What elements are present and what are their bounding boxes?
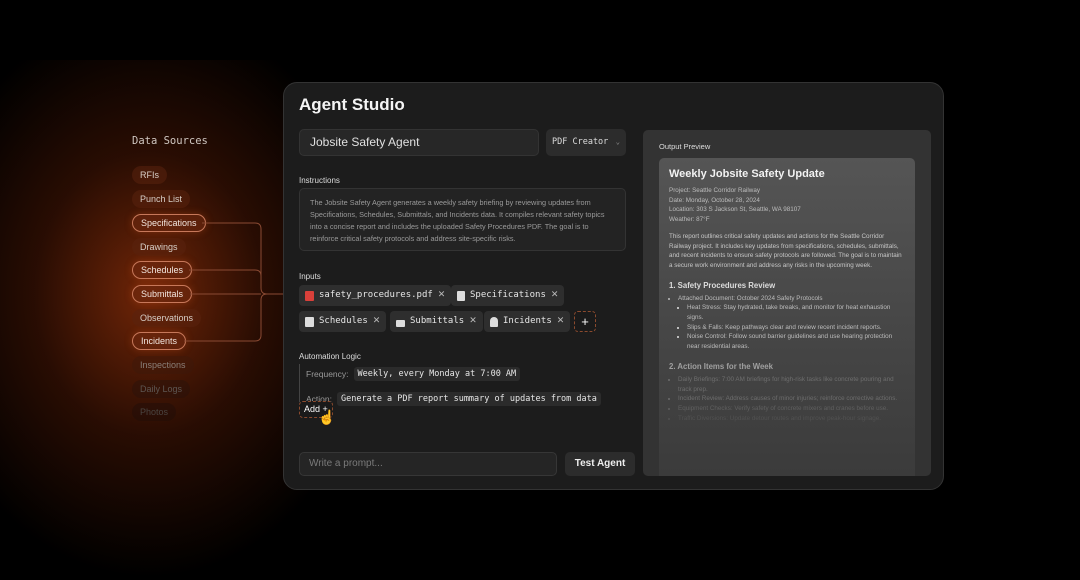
meta-line: Date: Monday, October 28, 2024: [669, 196, 760, 204]
list-item: Slips & Falls: Keep pathways clear and r…: [687, 323, 905, 333]
prompt-input[interactable]: Write a prompt...: [299, 452, 557, 476]
instructions-textarea[interactable]: The Jobsite Safety Agent generates a wee…: [299, 188, 626, 251]
data-source-inspections[interactable]: Inspections: [132, 356, 194, 374]
frequency-label: Frequency:: [306, 368, 349, 379]
output-preview-label: Output Preview: [659, 142, 711, 151]
agent-name-input[interactable]: Jobsite Safety Agent: [299, 129, 539, 156]
alarm-icon: [490, 316, 498, 327]
data-source-incidents[interactable]: Incidents: [132, 332, 187, 350]
list-item: Heat Stress: Stay hydrated, take breaks,…: [687, 303, 905, 322]
chevron-down-icon: ⌄: [615, 138, 620, 146]
input-chip-submittals[interactable]: Submittals ✕: [390, 311, 483, 332]
output-preview-panel: Output Preview Weekly Jobsite Safety Upd…: [643, 130, 931, 476]
data-source-photos[interactable]: Photos: [132, 403, 177, 421]
chip-label: Specifications: [470, 290, 546, 300]
close-icon[interactable]: ✕: [557, 311, 565, 332]
test-agent-button[interactable]: Test Agent: [565, 452, 635, 476]
chip-label: safety_procedures.pdf: [319, 290, 433, 300]
section-heading: 2. Action Items for the Week: [669, 361, 773, 371]
data-source-rfis[interactable]: RFIs: [132, 166, 167, 184]
hand-cursor-icon: ☝: [318, 409, 336, 425]
close-icon[interactable]: ✕: [551, 285, 559, 306]
list-item: Daily Briefings: 7:00 AM briefings for h…: [678, 375, 905, 394]
chip-label: Incidents: [503, 316, 552, 326]
chip-label: Schedules: [319, 316, 368, 326]
agent-type-value: PDF Creator: [552, 137, 609, 147]
add-input-button[interactable]: +: [574, 311, 596, 332]
data-source-submittals[interactable]: Submittals: [132, 285, 193, 303]
list-item: Equipment Checks: Verify safety of concr…: [678, 404, 905, 414]
pdf-file-icon: [305, 290, 314, 301]
input-chip-pdf[interactable]: safety_procedures.pdf ✕: [299, 285, 452, 306]
meta-line: Location: 303 S Jackson St, Seattle, WA …: [669, 206, 801, 214]
automation-logic: Frequency: Weekly, every Monday at 7:00 A…: [299, 364, 601, 406]
input-chip-incidents[interactable]: Incidents ✕: [484, 311, 571, 332]
data-source-observations[interactable]: Observations: [132, 309, 202, 327]
data-source-drawings[interactable]: Drawings: [132, 238, 186, 256]
preview-intro: This report outlines critical safety upd…: [669, 232, 902, 269]
inputs-label: Inputs: [299, 272, 321, 281]
close-icon[interactable]: ✕: [373, 311, 381, 332]
section-heading: 1. Safety Procedures Review: [669, 280, 776, 290]
agent-type-select[interactable]: PDF Creator ⌄: [546, 129, 626, 156]
list-item: Attached Document: October 2024 Safety P…: [678, 294, 905, 352]
data-source-specifications[interactable]: Specifications: [132, 214, 206, 232]
data-source-schedules[interactable]: Schedules: [132, 261, 193, 279]
meta-line: Project: Seattle Corridor Railway: [669, 187, 760, 194]
frequency-value[interactable]: Weekly, every Monday at 7:00 AM: [353, 366, 521, 381]
preview-document[interactable]: Weekly Jobsite Safety Update Project: Se…: [659, 158, 915, 476]
automation-logic-label: Automation Logic: [299, 352, 361, 361]
data-sources-title: Data Sources: [132, 135, 208, 147]
data-source-punch-list[interactable]: Punch List: [132, 190, 191, 208]
meta-line: Weather: 87°F: [669, 216, 710, 224]
list-item: Traffic Diversions: Update detour routes…: [678, 414, 905, 424]
action-value[interactable]: Generate a PDF report summary of updates…: [337, 391, 601, 406]
list-item: Incident Review: Address causes of minor…: [678, 394, 905, 404]
agent-studio-window: Agent Studio Jobsite Safety Agent PDF Cr…: [283, 82, 944, 490]
instructions-label: Instructions: [299, 176, 340, 185]
input-chip-specifications[interactable]: Specifications ✕: [451, 285, 565, 306]
list-item-text: Attached Document: October 2024 Safety P…: [678, 294, 823, 302]
document-icon: [457, 290, 465, 301]
preview-title: Weekly Jobsite Safety Update: [669, 168, 825, 180]
input-chip-schedules[interactable]: Schedules ✕: [299, 311, 387, 332]
close-icon[interactable]: ✕: [438, 285, 446, 306]
chip-label: Submittals: [410, 316, 465, 326]
list-item: Noise Control: Follow sound barrier guid…: [687, 332, 905, 351]
calendar-icon: [305, 316, 314, 327]
upload-tray-icon: [396, 319, 405, 327]
preview-meta: Project: Seattle Corridor Railway Date: …: [669, 186, 905, 225]
close-icon[interactable]: ✕: [469, 311, 477, 332]
data-source-daily-logs[interactable]: Daily Logs: [132, 380, 191, 398]
page-title: Agent Studio: [299, 95, 405, 114]
